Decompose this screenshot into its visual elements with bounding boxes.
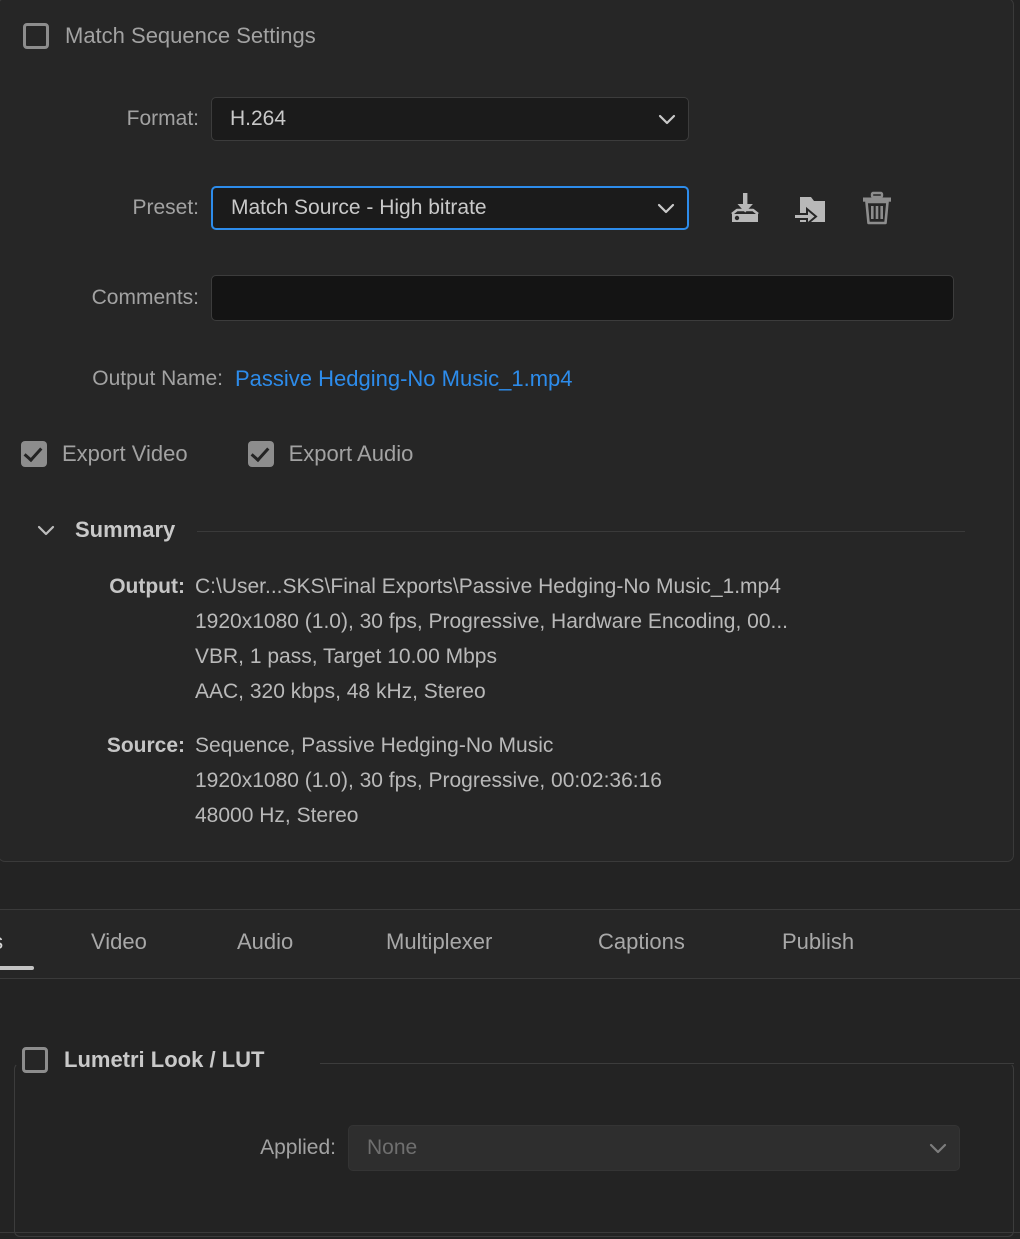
delete-preset-icon[interactable] [857,188,897,228]
summary-line: VBR, 1 pass, Target 10.00 Mbps [195,645,497,668]
preset-value: Match Source - High bitrate [231,196,487,219]
summary-line: C:\User...SKS\Final Exports\Passive Hedg… [195,575,781,598]
tab-video[interactable]: Video [91,910,165,978]
tab-audio[interactable]: Audio [237,910,311,978]
export-audio-row[interactable]: Export Audio [247,441,414,467]
tab-label: ts [0,929,3,959]
lumetri-look-checkbox[interactable] [22,1047,48,1073]
tab-multiplexer[interactable]: Multiplexer [386,910,521,978]
preset-dropdown[interactable]: Match Source - High bitrate [211,186,689,230]
format-dropdown[interactable]: H.264 [211,97,689,141]
summary-output-key: Output: [109,575,185,598]
tab-label: Publish [782,929,855,954]
bottom-separator [0,1232,1020,1233]
comments-row: Comments: [0,275,954,321]
summary-source-block: Source: Sequence, Passive Hedging-No Mus… [0,728,999,833]
tabbar-separator [0,978,1020,979]
match-sequence-settings-row[interactable]: Match Sequence Settings [23,23,316,49]
import-preset-icon[interactable] [791,188,831,228]
output-name-row: Output Name: Passive Hedging-No Music_1.… [0,366,573,392]
preset-actions [725,188,897,228]
chevron-down-icon [927,1137,949,1159]
export-video-row[interactable]: Export Video [21,441,188,467]
export-video-label: Export Video [62,441,188,466]
comments-input[interactable] [211,275,954,321]
summary-body: Output: C:\User...SKS\Final Exports\Pass… [0,569,999,833]
summary-line: 48000 Hz, Stereo [195,804,359,827]
export-audio-label: Export Audio [288,441,414,466]
export-settings-panel: Match Sequence Settings Format: H.264 Pr… [0,0,1014,862]
summary-line: Sequence, Passive Hedging-No Music [195,734,554,757]
tab-label: Multiplexer [386,929,493,954]
output-name-link[interactable]: Passive Hedging-No Music_1.mp4 [235,366,573,392]
tab-effects[interactable]: ts [0,910,34,978]
applied-label: Applied: [260,1136,336,1159]
export-video-checkbox[interactable] [21,441,47,467]
tab-captions[interactable]: Captions [598,910,706,978]
export-audio-checkbox[interactable] [247,441,274,467]
output-name-label: Output Name: [92,367,223,390]
chevron-down-icon[interactable] [35,519,57,541]
applied-lut-dropdown[interactable]: None [348,1125,960,1171]
settings-tabbar: ts Video Audio Multiplexer Captions Publ… [0,910,1020,978]
format-row: Format: H.264 [0,97,719,141]
lumetri-look-label: Lumetri Look / LUT [64,1047,265,1072]
summary-output-lines: C:\User...SKS\Final Exports\Passive Hedg… [195,569,999,709]
match-sequence-settings-checkbox[interactable] [23,23,49,49]
preset-label: Preset: [132,196,199,219]
summary-title: Summary [75,517,176,542]
lumetri-group-top-border [320,1063,1014,1064]
format-label: Format: [126,107,199,130]
chevron-down-icon [656,108,678,130]
comments-label: Comments: [91,286,199,309]
summary-header[interactable]: Summary [35,517,965,543]
summary-line: 1920x1080 (1.0), 30 fps, Progressive, 00… [195,769,662,792]
summary-line: AAC, 320 kbps, 48 kHz, Stereo [195,680,486,703]
summary-output-block: Output: C:\User...SKS\Final Exports\Pass… [0,569,999,709]
summary-line: 1920x1080 (1.0), 30 fps, Progressive, Ha… [195,610,789,633]
applied-lut-row: Applied: None [0,1125,960,1171]
applied-lut-value: None [367,1136,418,1159]
tab-label: Video [91,929,147,954]
preset-row: Preset: Match Source - High bitrate [0,186,981,230]
summary-divider [197,531,965,532]
summary-source-key: Source: [106,734,185,757]
tab-label: Captions [598,929,685,954]
export-toggles-row: Export Video Export Audio [21,441,413,467]
format-value: H.264 [230,107,287,130]
tab-label: Audio [237,929,294,954]
tab-publish[interactable]: Publish [782,910,871,978]
lumetri-look-header[interactable]: Lumetri Look / LUT [22,1047,277,1073]
summary-source-lines: Sequence, Passive Hedging-No Music 1920x… [195,728,999,833]
chevron-down-icon [655,197,677,219]
match-sequence-settings-label: Match Sequence Settings [65,23,316,48]
save-preset-icon[interactable] [725,188,765,228]
